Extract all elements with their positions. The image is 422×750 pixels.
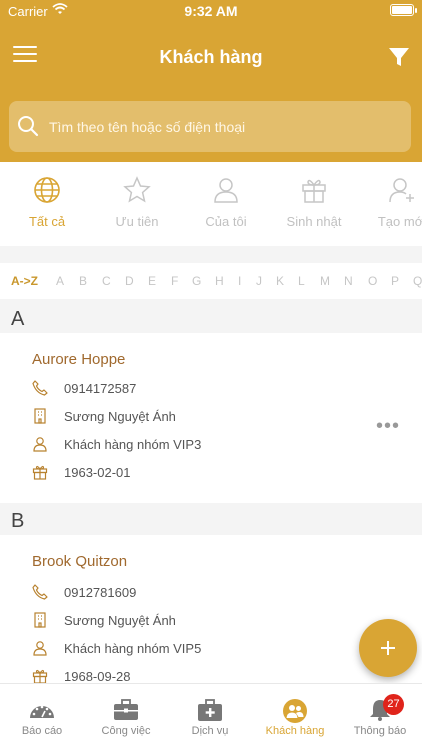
- alpha-letter[interactable]: K: [276, 274, 284, 288]
- customer-birthday: 1968-09-28: [64, 669, 131, 684]
- status-bar: Carrier 9:32 AM: [0, 0, 422, 22]
- customer-company-row: Sương Nguyệt Ánh: [0, 403, 422, 431]
- section-header-b: B: [0, 505, 422, 535]
- bottom-tab-bar: Báo cáo Công việc Dịch vụ Khách hàng 27 …: [0, 683, 422, 750]
- alpha-letter[interactable]: L: [298, 274, 305, 288]
- filter-tab-label: Tất cả: [28, 214, 66, 229]
- customer-company-row: Sương Nguyệt Ánh: [0, 607, 422, 635]
- user-group-icon: [33, 437, 47, 452]
- section-letter: A: [11, 308, 25, 330]
- filter-tab-all[interactable]: Tất cả: [2, 162, 92, 246]
- customer-birthday: 1963-02-01: [64, 465, 131, 480]
- battery-icon: [390, 4, 417, 16]
- filter-tab-mine[interactable]: Của tôi: [181, 162, 271, 246]
- customer-group: Khách hàng nhóm VIP3: [64, 437, 202, 452]
- user-icon: [214, 178, 238, 203]
- globe-icon: [34, 177, 60, 203]
- dashboard-icon: [30, 705, 54, 718]
- tab-reports[interactable]: Báo cáo: [0, 684, 84, 750]
- alpha-letter[interactable]: B: [79, 274, 87, 288]
- filter-tab-label: Tạo mới: [377, 214, 422, 229]
- tab-notifications[interactable]: 27 Thông báo: [338, 684, 422, 750]
- customer-company: Sương Nguyệt Ánh: [64, 409, 176, 424]
- status-time: 9:32 AM: [184, 3, 238, 19]
- alpha-letter[interactable]: H: [215, 274, 224, 288]
- customer-card[interactable]: Brook Quitzon 0912781609 Sương Nguyệt Án…: [0, 535, 422, 705]
- customer-name[interactable]: Brook Quitzon: [32, 553, 127, 570]
- tab-label: Khách hàng: [265, 725, 325, 737]
- filter-tab-label: Của tôi: [205, 214, 247, 229]
- filter-tabs: Tất cả Ưu tiên Của tôi Sinh nhật Tạo mới: [0, 162, 422, 246]
- add-customer-button[interactable]: [359, 619, 417, 677]
- alpha-letter[interactable]: E: [148, 274, 156, 288]
- alpha-letter[interactable]: P: [391, 274, 399, 288]
- phone-icon: [32, 380, 48, 396]
- page-title: Khách hàng: [159, 47, 263, 67]
- gift-icon: [302, 179, 326, 203]
- alpha-letter[interactable]: A: [56, 274, 64, 288]
- tab-label: Công việc: [101, 725, 151, 737]
- tab-tasks[interactable]: Công việc: [84, 684, 168, 750]
- gift-icon: [32, 669, 48, 684]
- customer-group: Khách hàng nhóm VIP5: [64, 641, 202, 656]
- alpha-letter[interactable]: O: [368, 274, 377, 288]
- app-header: Carrier 9:32 AM Khách hàng: [0, 0, 422, 162]
- search-icon: [18, 116, 39, 137]
- building-icon: [34, 408, 46, 424]
- customer-phone: 0914172587: [64, 381, 137, 396]
- sort-az-toggle[interactable]: A->Z: [11, 274, 38, 288]
- customer-birthday-row: 1963-02-01: [0, 459, 422, 487]
- customer-group-row: Khách hàng nhóm VIP3: [0, 431, 422, 459]
- user-add-icon: [389, 178, 414, 203]
- customer-phone-row[interactable]: 0914172587: [0, 375, 422, 403]
- tab-label: Dịch vụ: [191, 725, 229, 737]
- briefcase-icon: [114, 699, 138, 720]
- alpha-letter[interactable]: Q: [413, 274, 422, 288]
- customer-phone-row[interactable]: 0912781609: [0, 579, 422, 607]
- alpha-letter[interactable]: G: [192, 274, 201, 288]
- tab-label: Báo cáo: [21, 725, 63, 737]
- search-input[interactable]: [49, 101, 399, 152]
- filter-tab-birthday[interactable]: Sinh nhật: [269, 162, 359, 246]
- filter-icon[interactable]: [388, 46, 410, 68]
- customer-phone: 0912781609: [64, 585, 137, 600]
- building-icon: [34, 612, 46, 628]
- notification-badge: 27: [383, 694, 404, 715]
- alpha-letter[interactable]: J: [256, 274, 262, 288]
- customer-card[interactable]: Aurore Hoppe 0914172587 Sương Nguyệt Ánh…: [0, 333, 422, 503]
- customer-company: Sương Nguyệt Ánh: [64, 613, 176, 628]
- alpha-letter[interactable]: F: [171, 274, 178, 288]
- star-icon: [123, 176, 151, 203]
- customers-icon: [283, 699, 307, 723]
- filter-tab-priority[interactable]: Ưu tiên: [92, 162, 182, 246]
- filter-tab-label: Ưu tiên: [115, 214, 159, 229]
- alpha-letter[interactable]: I: [238, 274, 241, 288]
- user-group-icon: [33, 641, 47, 656]
- filter-tab-label: Sinh nhật: [286, 214, 342, 229]
- alpha-letter[interactable]: N: [344, 274, 353, 288]
- filter-tab-create[interactable]: Tạo mới: [357, 162, 422, 246]
- medical-kit-icon: [198, 699, 222, 721]
- gift-icon: [32, 465, 48, 480]
- tab-label: Thông báo: [353, 725, 407, 737]
- alphabet-index: A->Z A B C D E F G H I J K L M N O P Q: [0, 263, 422, 299]
- section-letter: B: [11, 510, 25, 532]
- search-bar: [9, 101, 411, 152]
- alpha-letter[interactable]: M: [320, 274, 330, 288]
- phone-icon: [32, 584, 48, 600]
- tab-customers[interactable]: Khách hàng: [253, 684, 337, 750]
- alpha-letter[interactable]: D: [125, 274, 134, 288]
- section-header-a: A: [0, 303, 422, 333]
- alpha-letter[interactable]: C: [102, 274, 111, 288]
- customer-name[interactable]: Aurore Hoppe: [32, 351, 125, 368]
- tab-services[interactable]: Dịch vụ: [168, 684, 252, 750]
